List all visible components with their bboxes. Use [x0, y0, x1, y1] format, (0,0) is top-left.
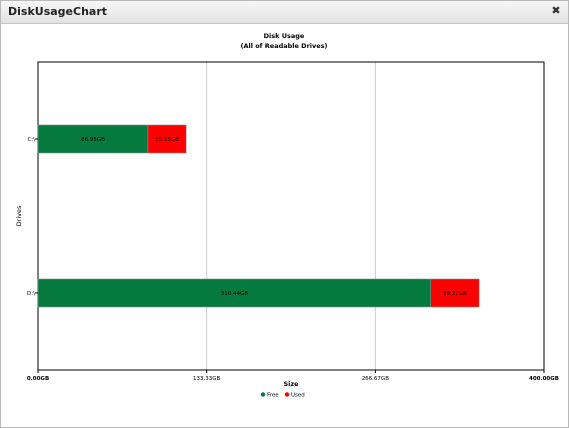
bar-data-label: 310.44GB	[221, 291, 249, 297]
y-tick-label: D:\	[27, 291, 35, 297]
x-axis-label: Size	[283, 380, 299, 388]
x-tick-label: 266.67GB	[362, 376, 390, 382]
plot-area	[37, 61, 545, 371]
bars: 86.95GB 30.15GB 310.44GB 38.27GB	[37, 124, 480, 308]
plot-grid	[206, 62, 376, 370]
chart-title: Disk Usage	[264, 32, 305, 40]
y-ticks: C:\ D:\	[27, 137, 38, 297]
disk-usage-chart: Disk Usage (All of Readable Drives) 86.9…	[15, 32, 559, 399]
bar-data-label: 30.15GB	[155, 137, 179, 143]
legend-marker-used	[284, 392, 290, 397]
legend-label: Used	[291, 393, 305, 399]
window-title: DiskUsageChart	[8, 5, 108, 18]
legend: Free Used	[260, 392, 305, 399]
close-icon[interactable]: ✖	[550, 5, 562, 17]
bar-data-label: 38.27GB	[443, 291, 467, 297]
chart-subtitle: (All of Readable Drives)	[241, 42, 328, 50]
x-tick-label: 400.00GB	[529, 376, 559, 382]
bar-data-label: 86.95GB	[81, 137, 105, 143]
chart-window: DiskUsageChart ✖ Disk Usage (All of Read…	[0, 0, 569, 428]
x-tick-label: 0.00GB	[27, 376, 49, 382]
legend-marker-free	[260, 392, 266, 397]
x-tick-label: 133.33GB	[193, 376, 221, 382]
legend-label: Free	[267, 393, 279, 399]
window-titlebar: DiskUsageChart ✖	[1, 1, 568, 24]
y-axis-label: Drives	[15, 205, 23, 226]
y-tick-label: C:\	[27, 137, 35, 143]
